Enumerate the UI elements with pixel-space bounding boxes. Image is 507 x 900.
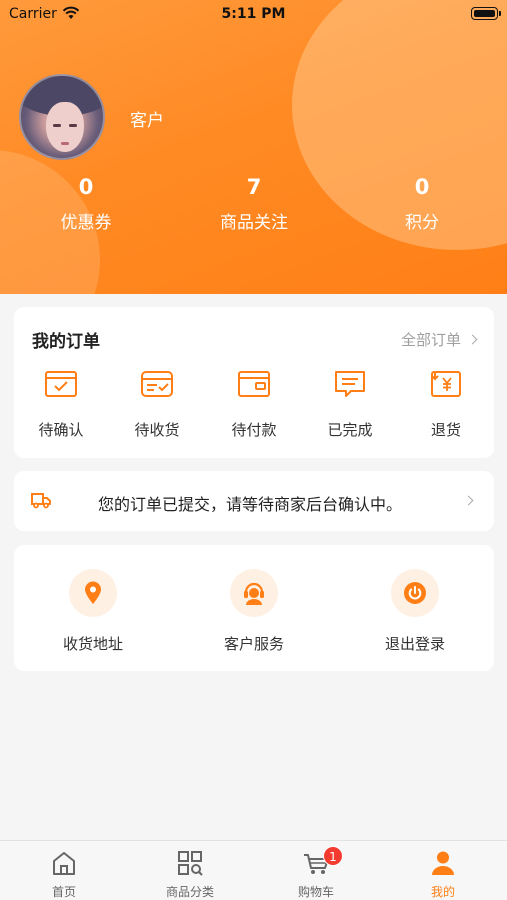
- tab-bar: 首页 商品分类 1 购物车 我的: [0, 840, 507, 900]
- stat-followed-products[interactable]: 7 商品关注: [199, 172, 309, 233]
- profile-icon: [432, 851, 454, 875]
- service-label: 退出登录: [384, 635, 445, 653]
- order-label: 已完成: [327, 421, 373, 439]
- stat-value: 7: [246, 175, 262, 199]
- stat-label: 优惠券: [60, 213, 112, 233]
- pending-receipt-icon: [141, 371, 173, 397]
- stat-label: 积分: [405, 213, 439, 233]
- stat-value: 0: [78, 175, 94, 199]
- home-icon: [53, 852, 75, 875]
- stat-value: 0: [414, 175, 430, 199]
- chevron-right-icon: [467, 334, 478, 345]
- tab-label: 首页: [51, 885, 76, 899]
- truck-icon: [31, 493, 51, 509]
- tab-label: 商品分类: [165, 885, 214, 899]
- service-icon-bg: [69, 569, 117, 617]
- category-icon: [178, 851, 203, 876]
- all-orders-label: 全部订单: [400, 331, 461, 349]
- order-label: 待收货: [134, 421, 180, 439]
- completed-icon: [335, 371, 365, 397]
- service-logout[interactable]: 退出登录: [360, 569, 470, 654]
- orders-title: 我的订单: [32, 332, 100, 352]
- status-time: 5:11 PM: [221, 6, 286, 22]
- tab-home[interactable]: 首页: [14, 849, 114, 900]
- chevron-right-icon: [463, 495, 474, 506]
- location-pin-icon: [85, 581, 101, 604]
- tab-profile[interactable]: 我的: [393, 849, 493, 900]
- avatar[interactable]: [19, 74, 105, 160]
- refund-icon: [431, 371, 461, 397]
- service-label: 收货地址: [62, 635, 123, 653]
- status-bar: Carrier 5:11 PM: [0, 0, 507, 30]
- order-label: 待付款: [231, 421, 277, 439]
- service-customer-service[interactable]: 客户服务: [199, 569, 309, 654]
- order-label: 退货: [430, 421, 461, 439]
- pending-payment-icon: [238, 371, 270, 397]
- power-icon: [404, 582, 426, 604]
- services-card: 收货地址 客户服务 退出登录: [14, 545, 494, 671]
- stat-points[interactable]: 0 积分: [367, 172, 477, 233]
- order-refund[interactable]: 退货: [401, 369, 491, 440]
- tab-label: 我的: [430, 885, 455, 899]
- battery-icon: [471, 7, 501, 20]
- cart-badge: 1: [323, 846, 343, 866]
- order-completed[interactable]: 已完成: [305, 369, 395, 440]
- order-pending-payment[interactable]: 待付款: [209, 369, 299, 440]
- username[interactable]: 客户: [130, 106, 164, 131]
- notice-text: 您的订单已提交，请等待商家后台确认中。: [98, 495, 403, 514]
- pending-confirm-icon: [45, 371, 77, 397]
- all-orders-link[interactable]: 全部订单: [400, 329, 478, 350]
- order-label: 待确认: [38, 421, 84, 439]
- service-icon-bg: [230, 569, 278, 617]
- service-icon-bg: [391, 569, 439, 617]
- tab-label: 购物车: [297, 885, 334, 899]
- tab-categories[interactable]: 商品分类: [140, 849, 240, 900]
- service-label: 客户服务: [223, 635, 284, 653]
- order-pending-receipt[interactable]: 待收货: [112, 369, 202, 440]
- service-shipping-address[interactable]: 收货地址: [38, 569, 148, 654]
- order-pending-confirm[interactable]: 待确认: [16, 369, 106, 440]
- order-notice[interactable]: 您的订单已提交，请等待商家后台确认中。: [14, 471, 494, 531]
- profile-header: Carrier 5:11 PM 客户 0 优惠券 7 商品关注 0 积分: [0, 0, 507, 294]
- tab-cart[interactable]: 1 购物车: [266, 846, 366, 900]
- customer-service-icon: [244, 582, 264, 605]
- stat-label: 商品关注: [220, 213, 288, 233]
- stat-coupons[interactable]: 0 优惠券: [31, 172, 141, 233]
- orders-card: 我的订单 全部订单 待确认 待收货 待付款 已完成 退货: [14, 307, 494, 458]
